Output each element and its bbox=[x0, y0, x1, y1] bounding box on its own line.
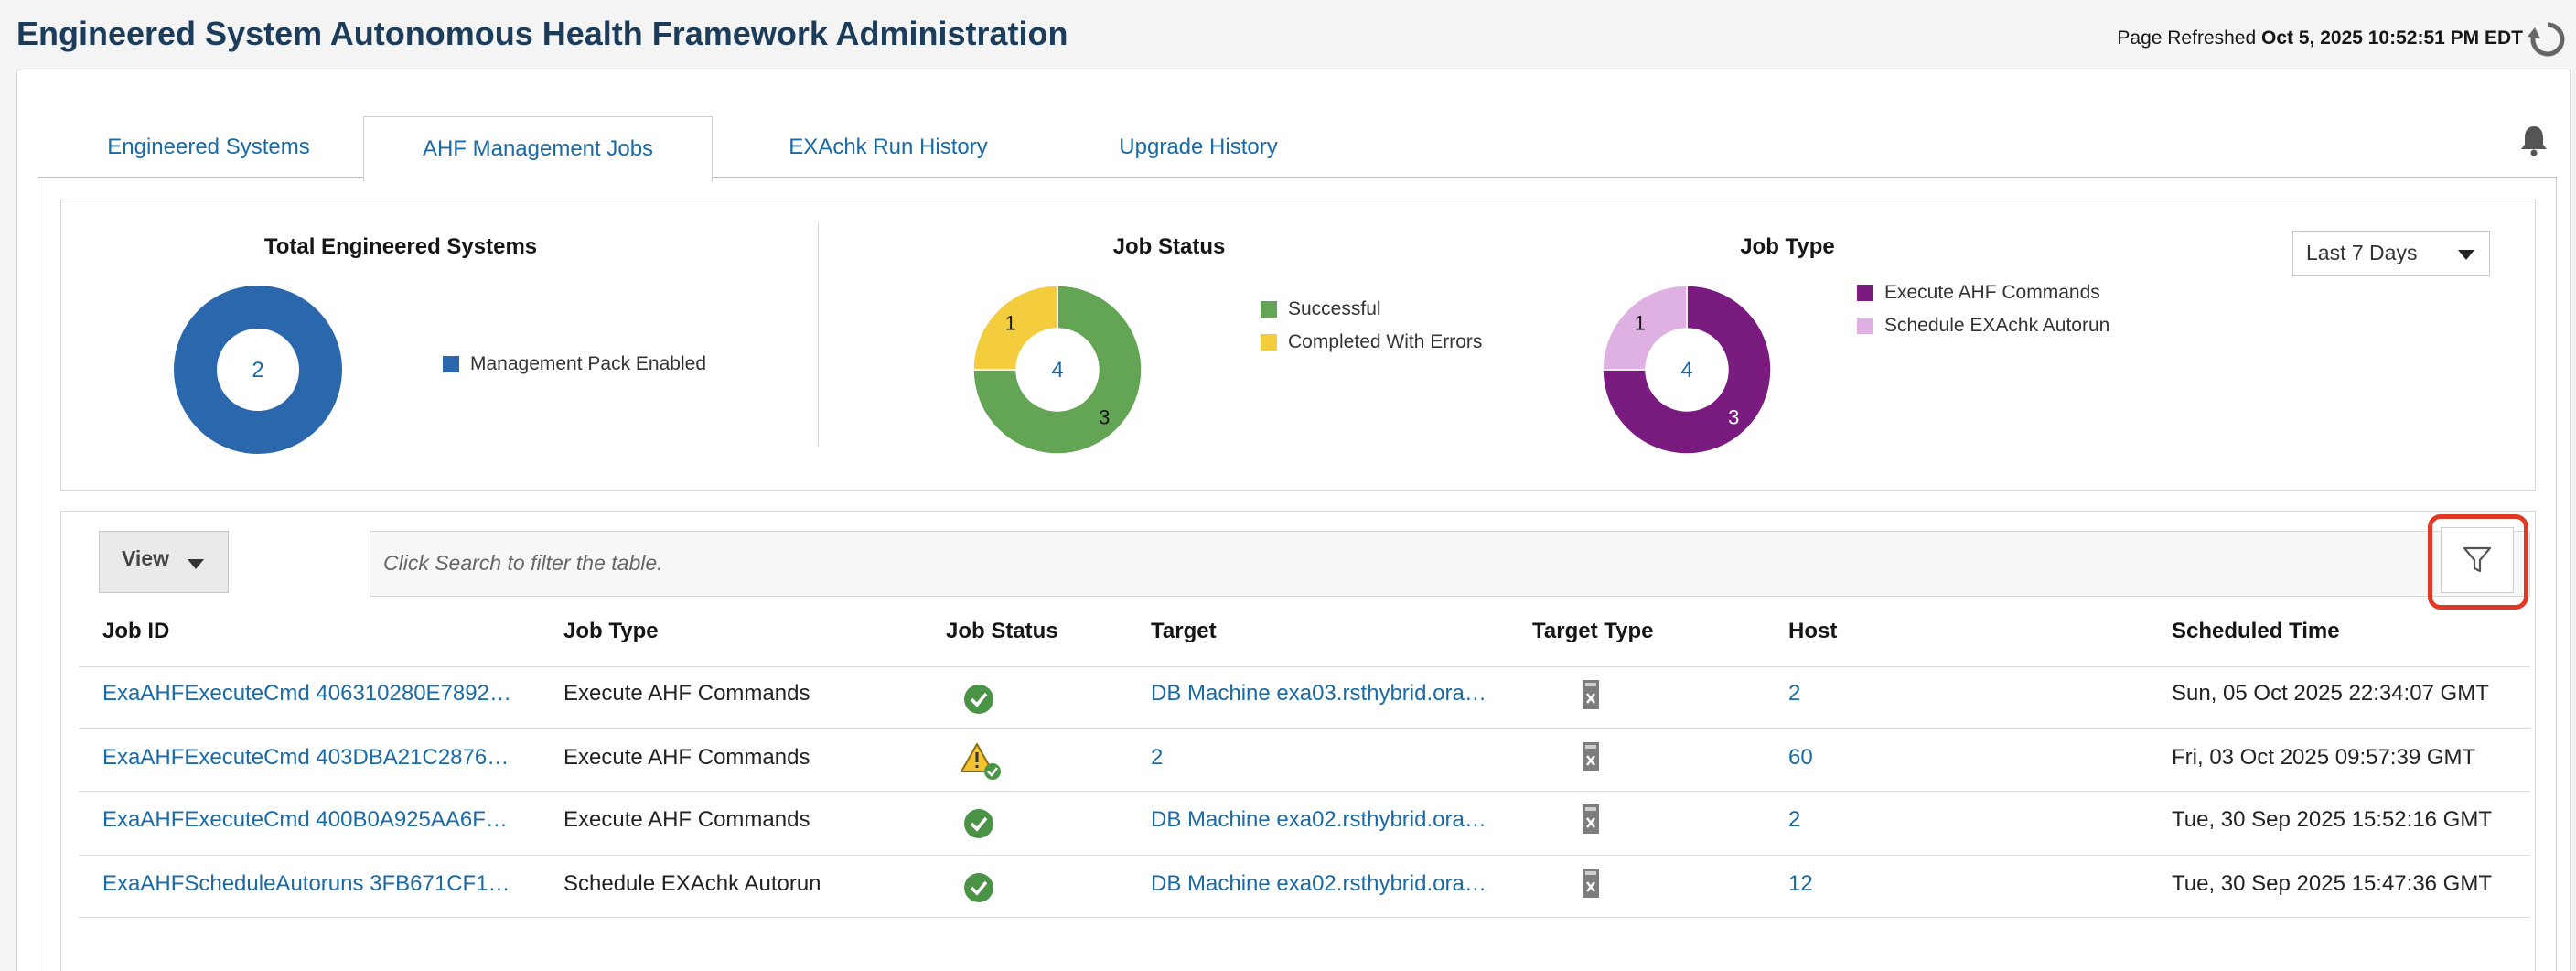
time-period-value: Last 7 Days bbox=[2306, 241, 2418, 264]
success-icon bbox=[964, 685, 993, 714]
success-icon bbox=[964, 809, 993, 838]
target-link[interactable]: DB Machine exa02.rsthybrid.ora… bbox=[1151, 807, 1487, 833]
server-icon bbox=[1583, 869, 1599, 898]
column-header-job-id[interactable]: Job ID bbox=[102, 619, 169, 644]
page-title: Engineered System Autonomous Health Fram… bbox=[16, 15, 1068, 52]
job-id-link[interactable]: ExaAHFScheduleAutoruns 3FB671CF1… bbox=[102, 871, 510, 897]
legend-swatch bbox=[1261, 334, 1277, 351]
chart-title-total-systems: Total Engineered Systems bbox=[263, 234, 538, 259]
legend-item: Completed With Errors bbox=[1261, 331, 1482, 353]
donut-chart-job-status: 3 1 4 bbox=[972, 285, 1143, 455]
summary-divider bbox=[818, 223, 819, 447]
job-type-cell: Execute AHF Commands bbox=[564, 745, 810, 770]
donut-center-total: 4 bbox=[1051, 358, 1063, 383]
job-type-cell: Execute AHF Commands bbox=[564, 807, 810, 832]
target-link[interactable]: 2 bbox=[1151, 745, 1163, 771]
legend-label: Completed With Errors bbox=[1288, 331, 1483, 352]
host-link[interactable]: 60 bbox=[1788, 745, 1813, 771]
server-icon bbox=[1583, 680, 1599, 709]
host-link[interactable]: 2 bbox=[1788, 807, 1800, 833]
job-id-link[interactable]: ExaAHFExecuteCmd 406310280E7892… bbox=[102, 681, 511, 707]
scheduled-time-cell: Sun, 05 Oct 2025 22:34:07 GMT bbox=[2172, 681, 2489, 706]
legend-item: Successful bbox=[1261, 298, 1381, 320]
job-id-link[interactable]: ExaAHFExecuteCmd 400B0A925AA6F… bbox=[102, 807, 508, 833]
tab-exachk-run-history[interactable]: EXAchk Run History bbox=[714, 116, 1062, 178]
view-label: View bbox=[122, 546, 169, 570]
column-header-target[interactable]: Target bbox=[1151, 619, 1217, 644]
legend-label: Execute AHF Commands bbox=[1884, 282, 2100, 303]
donut-center-total: 4 bbox=[1680, 358, 1692, 383]
legend-item: Schedule EXAchk Autorun bbox=[1857, 315, 2109, 337]
legend-item: Management Pack Enabled bbox=[443, 353, 706, 375]
job-type-cell: Schedule EXAchk Autorun bbox=[564, 871, 821, 896]
row-divider bbox=[79, 791, 2530, 792]
slice-value-label: 1 bbox=[1005, 312, 1016, 335]
page-refreshed-text: Page Refreshed Oct 5, 2025 10:52:51 PM E… bbox=[2117, 27, 2523, 49]
job-type-cell: Execute AHF Commands bbox=[564, 681, 810, 706]
legend-swatch bbox=[1261, 301, 1277, 318]
filter-button[interactable] bbox=[2441, 527, 2514, 593]
view-menu-button[interactable]: View bbox=[99, 531, 229, 593]
chevron-down-icon bbox=[188, 559, 204, 569]
legend-label: Schedule EXAchk Autorun bbox=[1884, 315, 2110, 336]
legend-swatch bbox=[1857, 285, 1873, 301]
host-link[interactable]: 2 bbox=[1788, 681, 1800, 707]
refresh-icon[interactable] bbox=[2527, 18, 2569, 60]
legend-item: Execute AHF Commands bbox=[1857, 282, 2100, 304]
legend-swatch bbox=[1857, 318, 1873, 334]
column-header-scheduled-time[interactable]: Scheduled Time bbox=[2172, 619, 2340, 644]
legend-label: Successful bbox=[1288, 298, 1381, 319]
host-link[interactable]: 12 bbox=[1788, 871, 1813, 897]
legend-swatch bbox=[443, 356, 459, 372]
target-link[interactable]: DB Machine exa03.rsthybrid.ora… bbox=[1151, 681, 1487, 707]
row-divider bbox=[79, 917, 2530, 918]
refreshed-label: Page Refreshed bbox=[2117, 27, 2257, 49]
warning-icon bbox=[961, 743, 1001, 780]
slice-value-label: 3 bbox=[1728, 405, 1739, 428]
donut-chart-job-type: 3 1 4 bbox=[1602, 285, 1772, 455]
legend-label: Management Pack Enabled bbox=[470, 353, 706, 374]
column-header-job-type[interactable]: Job Type bbox=[564, 619, 659, 644]
refreshed-time: Oct 5, 2025 10:52:51 PM EDT bbox=[2261, 27, 2523, 49]
search-input[interactable] bbox=[381, 550, 2398, 577]
tab-upgrade-history[interactable]: Upgrade History bbox=[1066, 116, 1331, 178]
server-icon bbox=[1583, 804, 1599, 834]
row-divider bbox=[79, 728, 2530, 729]
scheduled-time-cell: Fri, 03 Oct 2025 09:57:39 GMT bbox=[2172, 745, 2476, 770]
search-box[interactable] bbox=[370, 531, 2530, 597]
scheduled-time-cell: Tue, 30 Sep 2025 15:47:36 GMT bbox=[2172, 871, 2493, 896]
job-id-link[interactable]: ExaAHFExecuteCmd 403DBA21C2876… bbox=[102, 745, 509, 771]
bell-icon[interactable] bbox=[2518, 124, 2549, 156]
row-divider bbox=[79, 855, 2530, 856]
success-icon bbox=[964, 873, 993, 902]
chevron-down-icon bbox=[2458, 250, 2474, 260]
column-header-target-type[interactable]: Target Type bbox=[1532, 619, 1653, 644]
donut-center-total: 2 bbox=[252, 358, 263, 383]
slice-value-label: 1 bbox=[1635, 312, 1646, 335]
time-period-select[interactable]: Last 7 Days bbox=[2292, 231, 2490, 276]
tab-engineered-systems[interactable]: Engineered Systems bbox=[58, 116, 360, 178]
donut-chart-total-systems: 2 bbox=[174, 286, 342, 454]
filter-icon bbox=[2463, 546, 2492, 573]
server-icon bbox=[1583, 742, 1599, 771]
slice-value-label: 3 bbox=[1099, 405, 1110, 428]
column-header-job-status[interactable]: Job Status bbox=[946, 619, 1058, 644]
chart-title-job-status: Job Status bbox=[1112, 234, 1226, 259]
tab-ahf-management-jobs[interactable]: AHF Management Jobs bbox=[363, 116, 713, 181]
target-link[interactable]: DB Machine exa02.rsthybrid.ora… bbox=[1151, 871, 1487, 897]
column-header-host[interactable]: Host bbox=[1788, 619, 1837, 644]
scheduled-time-cell: Tue, 30 Sep 2025 15:52:16 GMT bbox=[2172, 807, 2493, 832]
chart-title-job-type: Job Type bbox=[1740, 234, 1835, 259]
row-divider bbox=[79, 666, 2530, 667]
